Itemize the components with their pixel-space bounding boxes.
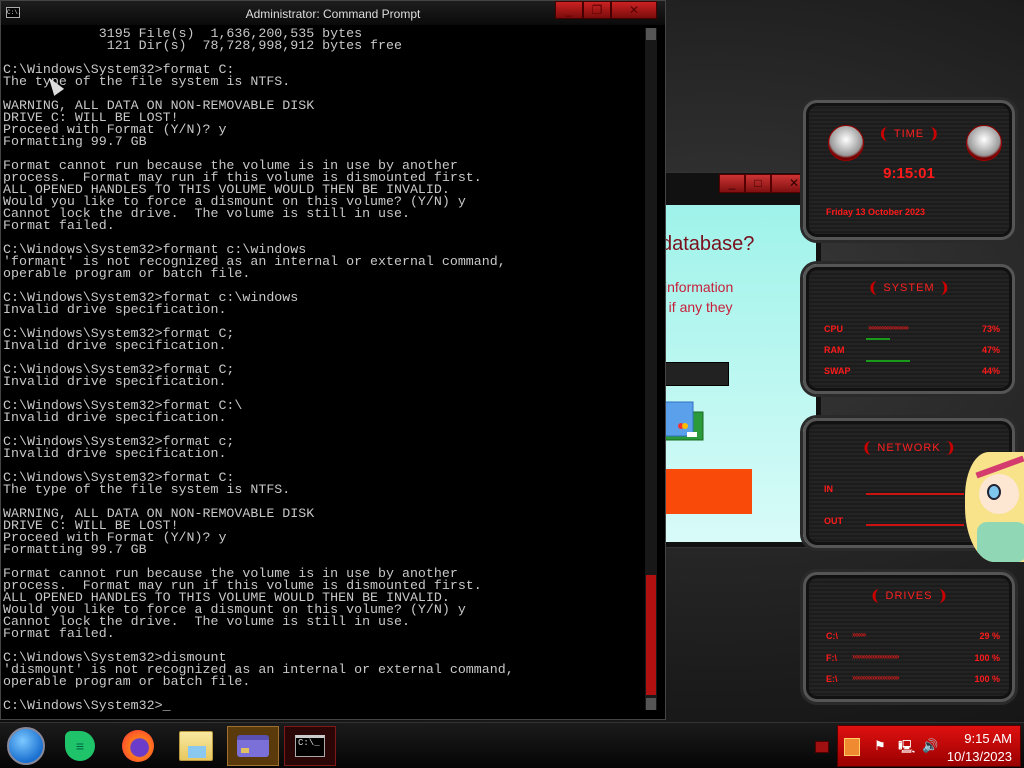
alien-logo-icon — [828, 125, 864, 161]
network-icon[interactable]: 🖳 — [898, 738, 915, 760]
drive-label: F:\ — [826, 653, 837, 663]
chat-app-icon: ≡ — [65, 731, 95, 761]
start-orb-icon — [7, 727, 45, 765]
cpu-value: 73% — [981, 324, 1000, 334]
console-line: 121 Dir(s) 78,728,998,912 bytes free — [3, 38, 402, 53]
dialog-content: database? information e if any they — [659, 205, 816, 542]
maximize-button[interactable]: ❐ — [583, 1, 611, 19]
app-tray-icon[interactable] — [844, 738, 860, 756]
show-hidden-icons-button[interactable] — [815, 741, 829, 753]
scrollbar-thumb[interactable] — [646, 575, 656, 695]
dialog-question: database? — [661, 233, 755, 255]
scroll-down-arrow[interactable] — [646, 698, 656, 710]
taskbar-card-app[interactable] — [227, 726, 279, 766]
ram-value: 47% — [981, 345, 1000, 355]
console-line: Invalid drive specification. — [3, 410, 227, 425]
cartoon-character-sticker — [965, 452, 1024, 562]
network-out-graph — [866, 524, 964, 526]
card-app-icon — [237, 735, 269, 757]
taskbar-clock[interactable]: 9:15 AM 10/13/2023 — [947, 730, 1012, 766]
console-line: operable program or batch file. — [3, 266, 251, 281]
title-bar[interactable]: C:\. Administrator: Command Prompt _ ❐ ✕ — [1, 1, 665, 25]
drive-label: C:\ — [826, 631, 838, 641]
alien-logo-icon — [966, 125, 1002, 161]
widget-title: NETWORK — [864, 441, 954, 455]
time-widget: TIME 9:15:01 Friday 13 October 2023 — [803, 100, 1015, 240]
dialog-text-line: information — [664, 279, 734, 295]
close-button[interactable]: ✕ — [611, 1, 657, 19]
widget-clock: 9:15:01 — [883, 165, 935, 182]
cpu-bar: ›››››››››››››››››››››››› — [868, 323, 909, 332]
taskbar-file-explorer[interactable] — [170, 726, 222, 766]
console-line: operable program or batch file. — [3, 674, 251, 689]
vertical-scrollbar[interactable] — [645, 28, 657, 710]
cpu-label: CPU — [824, 324, 844, 334]
console-line: Format failed. — [3, 218, 115, 233]
widget-date: Friday 13 October 2023 — [826, 207, 926, 217]
ram-bar — [866, 338, 890, 340]
volume-icon[interactable]: 🔊 — [922, 738, 938, 754]
console-line: C:\Windows\System32>_ — [3, 698, 171, 713]
minimize-button[interactable]: _ — [719, 174, 745, 193]
dialog-action-button[interactable] — [659, 469, 752, 514]
start-button[interactable] — [0, 726, 52, 766]
taskbar-firefox[interactable] — [112, 726, 164, 766]
system-tray: ⚑ 🖳 🔊 9:15 AM 10/13/2023 — [837, 725, 1021, 767]
swap-value: 44% — [981, 366, 1000, 376]
taskbar-chat-app[interactable]: ≡ — [54, 726, 106, 766]
scroll-up-arrow[interactable] — [646, 28, 656, 40]
command-prompt-icon: C:\_ — [295, 735, 325, 757]
ram-label: RAM — [824, 345, 845, 355]
console-line: The type of the file system is NTFS. — [3, 74, 291, 89]
widget-title: SYSTEM — [870, 281, 948, 295]
system-monitor-gadget: TIME 9:15:01 Friday 13 October 2023 SYST… — [795, 92, 1024, 712]
drive-value: 100 % — [974, 674, 1000, 684]
console-line: Invalid drive specification. — [3, 302, 227, 317]
folder-icon — [179, 731, 213, 761]
clock-time: 9:15 AM — [964, 731, 1012, 746]
console-output[interactable]: 3195 File(s) 1,636,200,535 bytes 121 Dir… — [3, 28, 643, 718]
taskbar: ≡ C:\_ ⚑ 🖳 🔊 9:15 AM 10/13/2023 — [0, 722, 1024, 768]
console-line: Invalid drive specification. — [3, 374, 227, 389]
console-line: The type of the file system is NTFS. — [3, 482, 291, 497]
swap-bar — [866, 360, 910, 362]
swap-label: SWAP — [824, 366, 851, 376]
clock-date: 10/13/2023 — [946, 749, 1012, 764]
drive-label: E:\ — [826, 674, 838, 684]
dialog-text-line: e if any they — [659, 299, 733, 315]
widget-title: TIME — [880, 127, 938, 141]
console-line: Formatting 99.7 GB — [3, 134, 147, 149]
console-line: Formatting 99.7 GB — [3, 542, 147, 557]
network-out-label: OUT — [824, 516, 843, 526]
dialog-input[interactable] — [659, 362, 729, 386]
drive-usage-bar: ›››››››››››››››››››››››››››› — [852, 652, 900, 661]
drive-usage-bar: ›››››››››››››››››››››››››››› — [852, 673, 900, 682]
drive-value: 100 % — [974, 653, 1000, 663]
drives-widget: DRIVES C:\ ›››››››› 29 % F:\ ›››››››››››… — [803, 572, 1015, 702]
system-widget: SYSTEM CPU ›››››››››››››››››››››››› 73% … — [803, 264, 1015, 394]
maximize-button[interactable]: □ — [745, 174, 771, 193]
drive-value: 29 % — [979, 631, 1000, 641]
minimize-button[interactable]: _ — [555, 1, 583, 19]
network-in-graph — [866, 493, 964, 495]
command-prompt-window[interactable]: C:\. Administrator: Command Prompt _ ❐ ✕… — [0, 0, 666, 720]
taskbar-command-prompt[interactable]: C:\_ — [284, 726, 336, 766]
console-line: Format failed. — [3, 626, 115, 641]
network-in-label: IN — [824, 484, 833, 494]
firefox-icon — [122, 730, 154, 762]
console-line: Invalid drive specification. — [3, 338, 227, 353]
console-line: Invalid drive specification. — [3, 446, 227, 461]
drive-usage-bar: ›››››››› — [852, 630, 866, 639]
action-center-flag-icon[interactable]: ⚑ — [874, 738, 886, 754]
widget-title: DRIVES — [872, 589, 946, 603]
